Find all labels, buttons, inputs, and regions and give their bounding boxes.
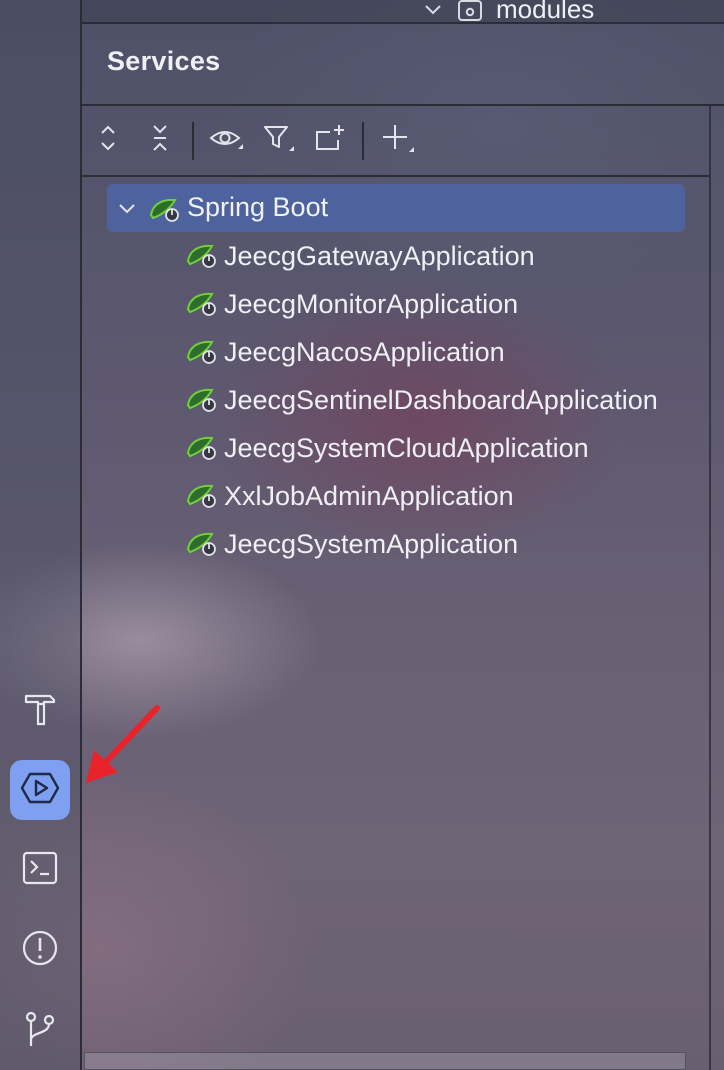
tool-window-strip: [0, 0, 80, 1070]
new-tab-button[interactable]: [312, 122, 348, 158]
service-label: JeecgGatewayApplication: [224, 240, 535, 271]
folder-icon: [456, 0, 484, 24]
spring-boot-icon: [186, 436, 216, 460]
spring-boot-icon: [186, 484, 216, 508]
service-label: JeecgSystemApplication: [224, 528, 519, 559]
service-item-jeecg-sentinel-dashboard[interactable]: JeecgSentinelDashboardApplication: [186, 378, 658, 422]
horizontal-scrollbar[interactable]: [84, 1052, 686, 1070]
problems-tool-button[interactable]: [10, 920, 70, 980]
collapse-all-button[interactable]: [142, 122, 178, 158]
chevron-down-icon[interactable]: [115, 196, 139, 225]
problems-icon: [20, 928, 60, 973]
add-service-button[interactable]: [378, 122, 414, 158]
tree-root-label: Spring Boot: [187, 192, 329, 222]
service-label: XxlJobAdminApplication: [224, 480, 514, 511]
git-tool-button[interactable]: [10, 1000, 70, 1060]
spring-boot-icon: [149, 194, 185, 231]
collapse-all-icon: [145, 122, 175, 159]
filter-button[interactable]: [260, 122, 296, 158]
divider: [82, 175, 710, 177]
modules-label: modules: [496, 0, 595, 24]
toolbar-separator: [362, 122, 364, 160]
expand-all-button[interactable]: [90, 122, 126, 158]
services-icon: [20, 768, 60, 813]
new-tab-icon: [312, 122, 348, 159]
git-icon: [20, 1008, 60, 1053]
terminal-tool-button[interactable]: [10, 840, 70, 900]
spring-boot-icon: [186, 340, 216, 364]
add-icon: [378, 121, 414, 160]
service-item-jeecg-system-cloud[interactable]: JeecgSystemCloudApplication: [186, 426, 589, 470]
view-options-button[interactable]: [208, 122, 244, 158]
spring-boot-icon: [186, 244, 216, 268]
terminal-icon: [20, 848, 60, 893]
hammer-icon: [20, 688, 60, 733]
service-item-xxl-job-admin[interactable]: XxlJobAdminApplication: [186, 474, 514, 518]
panel-left-border: [80, 0, 82, 1070]
spring-boot-icon: [186, 388, 216, 412]
annotation-arrow: [86, 705, 160, 783]
expand-all-icon: [93, 122, 123, 159]
service-label: JeecgNacosApplication: [224, 336, 505, 367]
service-item-jeecg-system[interactable]: JeecgSystemApplication: [186, 522, 518, 566]
project-tree-bar: modules: [82, 0, 724, 24]
service-label: JeecgSystemCloudApplication: [224, 432, 589, 463]
panel-right-border: [709, 105, 711, 1070]
panel-title: Services: [107, 46, 221, 76]
eye-icon: [208, 123, 244, 158]
service-label: JeecgSentinelDashboardApplication: [224, 384, 658, 415]
build-tool-button[interactable]: [10, 680, 70, 740]
service-item-jeecg-nacos[interactable]: JeecgNacosApplication: [186, 330, 505, 374]
toolbar-separator: [192, 122, 194, 160]
service-label: JeecgMonitorApplication: [224, 288, 519, 319]
divider: [82, 104, 724, 106]
service-item-jeecg-gateway[interactable]: JeecgGatewayApplication: [186, 234, 535, 278]
chevron-down-icon[interactable]: [422, 0, 444, 21]
service-item-jeecg-monitor[interactable]: JeecgMonitorApplication: [186, 282, 518, 326]
tree-root-spring-boot[interactable]: Spring Boot: [107, 184, 685, 232]
spring-boot-icon: [186, 532, 216, 556]
modules-node[interactable]: modules: [422, 0, 594, 25]
filter-icon: [260, 122, 296, 159]
spring-boot-icon: [186, 292, 216, 316]
services-tool-button[interactable]: [10, 760, 70, 820]
